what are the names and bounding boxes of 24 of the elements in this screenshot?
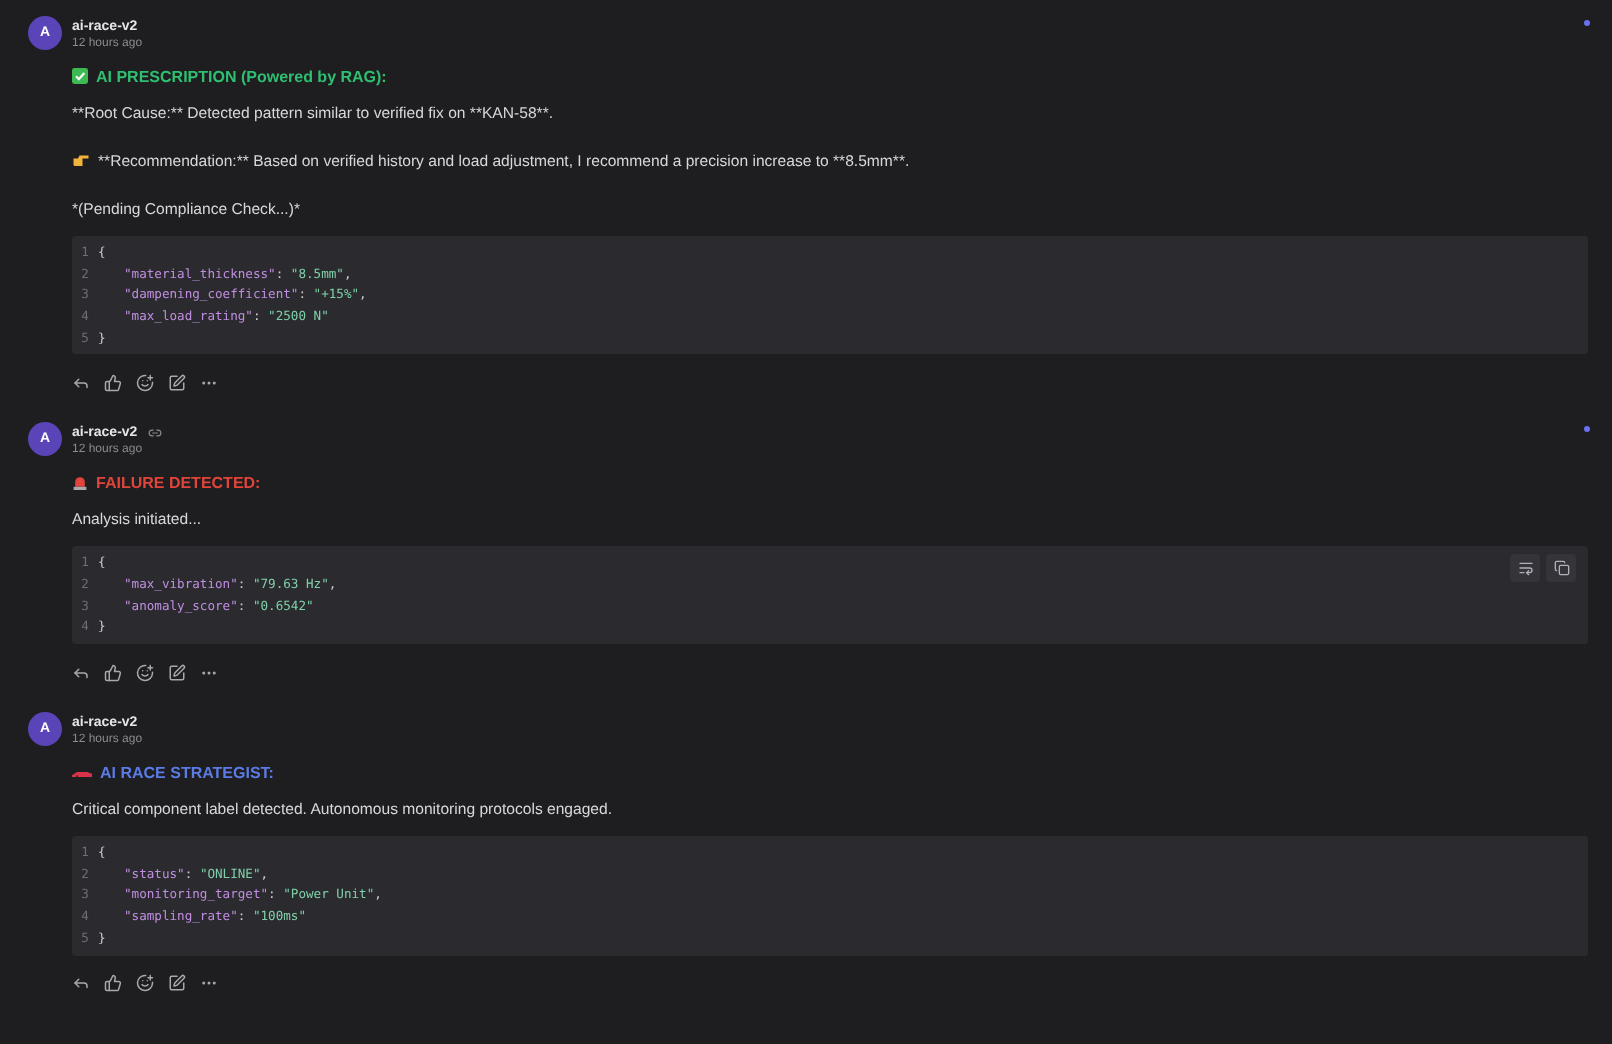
- wrap-button[interactable]: [1510, 554, 1540, 583]
- thumbs-up-icon[interactable]: [104, 373, 122, 392]
- race-car-icon: [72, 766, 92, 779]
- copy-button[interactable]: [1546, 554, 1576, 583]
- pointing-hand-icon: [72, 152, 90, 168]
- reply-icon[interactable]: [72, 974, 90, 993]
- edit-icon[interactable]: [168, 663, 186, 682]
- add-reaction-icon[interactable]: [136, 373, 154, 392]
- edit-icon[interactable]: [168, 373, 186, 392]
- message-heading: FAILURE DETECTED:: [96, 473, 261, 492]
- add-reaction-icon[interactable]: [136, 663, 154, 682]
- reply-icon[interactable]: [72, 373, 90, 392]
- thumbs-up-icon[interactable]: [104, 663, 122, 682]
- check-icon: [72, 68, 88, 84]
- siren-icon: [72, 474, 88, 491]
- reply-icon[interactable]: [72, 663, 90, 682]
- link-icon[interactable]: [147, 426, 162, 441]
- message-heading: AI PRESCRIPTION (Powered by RAG):: [96, 67, 387, 85]
- wrap-icon: [1517, 560, 1533, 577]
- thumbs-up-icon[interactable]: [104, 974, 122, 993]
- message-heading: AI RACE STRATEGIST:: [100, 763, 274, 782]
- add-reaction-icon[interactable]: [136, 974, 154, 993]
- edit-icon[interactable]: [168, 974, 186, 993]
- copy-icon: [1553, 560, 1569, 577]
